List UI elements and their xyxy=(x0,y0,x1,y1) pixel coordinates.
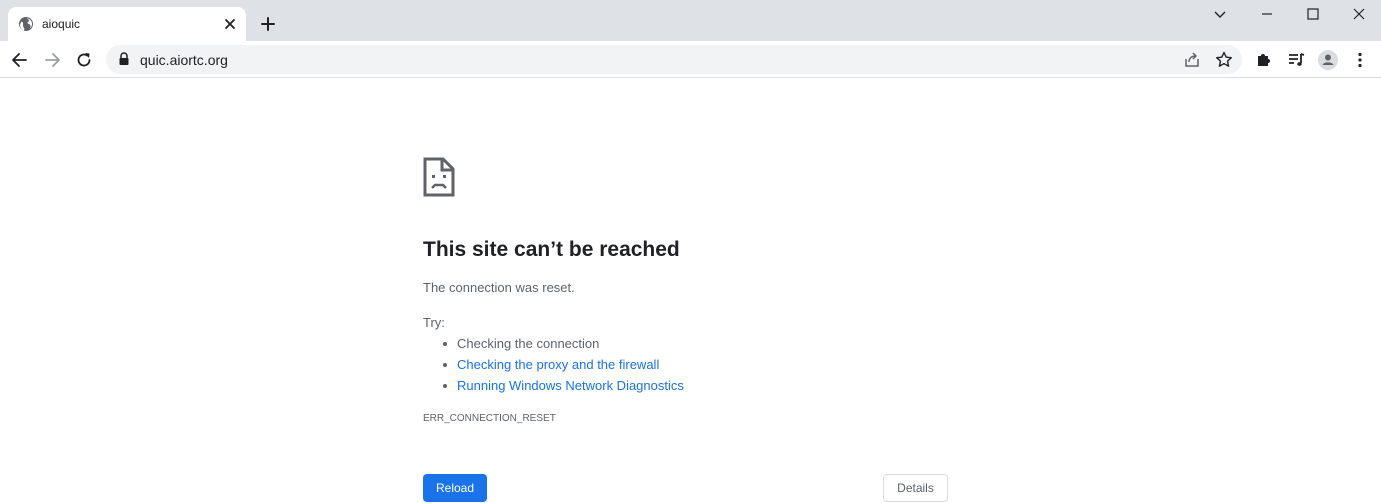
suggestion-proxy-firewall-link[interactable]: Checking the proxy and the firewall xyxy=(457,357,659,372)
error-message: The connection was reset. xyxy=(423,280,575,295)
globe-icon xyxy=(19,17,33,31)
share-icon[interactable] xyxy=(1182,50,1202,70)
star-icon[interactable] xyxy=(1214,50,1234,70)
sad-page-icon xyxy=(423,157,455,197)
reload-button[interactable]: Reload xyxy=(423,474,487,502)
tab-title: aioquic xyxy=(42,17,81,31)
try-label: Try: xyxy=(423,315,445,330)
error-title: This site can’t be reached xyxy=(423,238,680,261)
reload-icon[interactable] xyxy=(74,50,94,70)
bullet-icon xyxy=(443,341,447,346)
close-icon[interactable] xyxy=(222,16,238,32)
tab-strip: aioquic xyxy=(0,0,1381,41)
address-bar[interactable]: quic.aiortc.org xyxy=(106,45,1242,74)
plus-icon[interactable] xyxy=(259,15,277,33)
suggestion-item: Checking the connection xyxy=(443,336,599,352)
error-code: ERR_CONNECTION_RESET xyxy=(423,413,556,424)
tab-aioquic[interactable]: aioquic xyxy=(8,7,246,41)
minimize-icon[interactable] xyxy=(1259,6,1275,22)
bullet-icon xyxy=(443,383,447,388)
close-icon[interactable] xyxy=(1351,6,1367,22)
suggestion-item: Running Windows Network Diagnostics xyxy=(443,378,684,394)
lock-icon[interactable] xyxy=(118,52,130,66)
back-arrow-icon[interactable] xyxy=(10,50,30,70)
suggestion-check-connection: Checking the connection xyxy=(457,336,600,351)
url-text[interactable]: quic.aiortc.org xyxy=(140,52,228,68)
maximize-icon[interactable] xyxy=(1305,6,1321,22)
browser-toolbar: quic.aiortc.org xyxy=(0,41,1381,78)
details-button[interactable]: Details xyxy=(883,474,948,502)
bullet-icon xyxy=(443,362,447,367)
profile-icon[interactable] xyxy=(1318,50,1338,70)
suggestion-item: Checking the proxy and the firewall xyxy=(443,357,659,373)
suggestion-network-diagnostics-link[interactable]: Running Windows Network Diagnostics xyxy=(457,378,684,393)
chevron-down-icon[interactable] xyxy=(1212,6,1228,22)
media-queue-icon[interactable] xyxy=(1286,50,1306,70)
forward-arrow-icon[interactable] xyxy=(42,50,62,70)
puzzle-icon[interactable] xyxy=(1254,50,1274,70)
kebab-menu-icon[interactable] xyxy=(1350,50,1370,70)
